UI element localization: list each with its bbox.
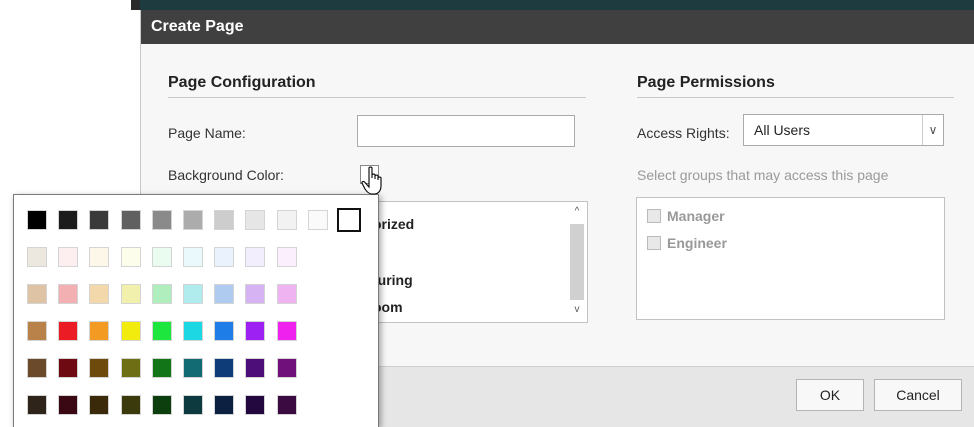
color-swatch[interactable] [151,247,172,267]
page-name-input[interactable] [357,115,575,147]
color-swatch[interactable] [89,321,110,341]
background-color-label: Background Color: [168,167,284,183]
color-swatch[interactable] [245,284,266,304]
access-rights-value: All Users [754,122,811,138]
color-swatch[interactable] [58,247,79,267]
color-swatch[interactable] [151,395,172,415]
hand-cursor-icon [361,166,382,195]
color-swatch[interactable] [151,284,172,304]
color-swatch[interactable] [214,358,235,378]
groups-listbox: Manager Engineer [636,197,945,320]
color-swatch[interactable] [27,321,47,341]
color-swatch[interactable] [276,247,297,267]
ok-button[interactable]: OK [796,379,864,411]
background-window-edge [131,0,140,10]
color-swatch[interactable] [89,358,110,378]
page-name-label: Page Name: [168,125,246,141]
color-swatch[interactable] [27,395,47,415]
color-swatch[interactable] [183,247,203,267]
color-swatch[interactable] [245,358,266,378]
color-swatch[interactable] [120,321,141,341]
scroll-up-icon[interactable]: ^ [569,206,585,220]
color-swatch[interactable] [89,395,110,415]
scroll-down-icon[interactable]: v [569,304,585,318]
color-swatch[interactable] [58,321,79,341]
color-swatch[interactable] [151,321,172,341]
color-swatch[interactable] [276,358,297,378]
color-swatch[interactable] [89,247,110,267]
color-swatch[interactable] [183,395,203,415]
color-swatch[interactable] [245,210,266,230]
color-swatch[interactable] [276,395,297,415]
page-configuration-heading: Page Configuration [168,74,586,98]
color-swatch[interactable] [307,210,328,230]
color-swatch[interactable] [120,210,141,230]
dialog-title: Create Page [141,10,974,44]
color-swatch[interactable] [27,210,47,230]
group-label: Manager [667,208,725,224]
color-swatch[interactable] [27,247,47,267]
checkbox-manager[interactable] [647,209,661,223]
color-swatch[interactable] [120,247,141,267]
cancel-button[interactable]: Cancel [874,379,962,411]
color-swatch[interactable] [58,284,79,304]
color-swatch[interactable] [214,321,235,341]
access-rights-label: Access Rights: [637,125,730,141]
color-swatch[interactable] [276,321,297,341]
color-swatch[interactable] [337,208,361,232]
color-swatch[interactable] [58,358,79,378]
background-window-bar [140,0,974,10]
color-swatch[interactable] [183,284,203,304]
checkbox-engineer[interactable] [647,236,661,250]
access-rights-select[interactable]: All Users ∨ [743,114,944,146]
color-swatch[interactable] [89,284,110,304]
color-swatch[interactable] [120,284,141,304]
color-swatch[interactable] [151,210,172,230]
page-permissions-heading: Page Permissions [637,74,954,98]
color-swatch[interactable] [183,321,203,341]
color-swatch[interactable] [214,395,235,415]
color-swatch[interactable] [120,358,141,378]
groups-hint: Select groups that may access this page [637,167,889,183]
scrollbar-thumb[interactable] [570,224,584,300]
group-item-engineer[interactable]: Engineer [647,235,727,251]
group-item-manager[interactable]: Manager [647,208,725,224]
color-swatch[interactable] [151,358,172,378]
color-palette-popup [13,194,379,427]
color-swatch[interactable] [276,284,297,304]
color-swatch[interactable] [245,321,266,341]
color-swatch[interactable] [276,210,297,230]
list-item[interactable]: orized [373,216,414,232]
color-swatch[interactable] [89,210,110,230]
color-swatch[interactable] [214,247,235,267]
color-swatch[interactable] [245,247,266,267]
color-swatch[interactable] [58,395,79,415]
chevron-down-icon[interactable]: ∨ [922,115,943,145]
color-swatch[interactable] [245,395,266,415]
color-swatch[interactable] [214,210,235,230]
color-swatch[interactable] [58,210,79,230]
color-swatch[interactable] [183,358,203,378]
color-swatch[interactable] [214,284,235,304]
color-swatch[interactable] [120,395,141,415]
category-listbox[interactable]: orized turing oom ^ v [350,201,588,323]
group-label: Engineer [667,235,727,251]
color-swatch[interactable] [27,284,47,304]
color-swatch[interactable] [183,210,203,230]
color-swatch[interactable] [27,358,47,378]
